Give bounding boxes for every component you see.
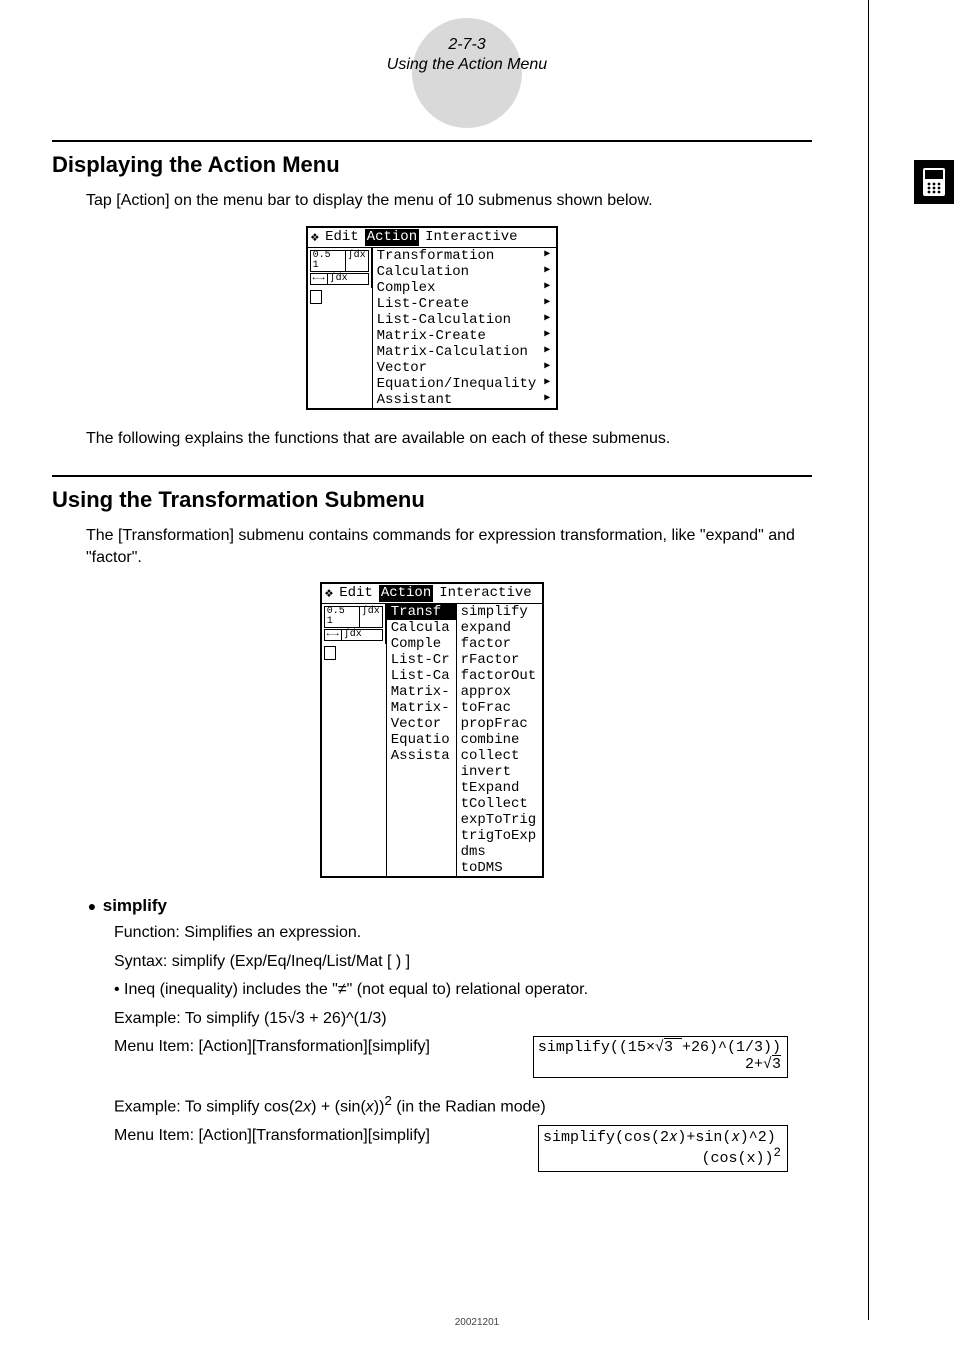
body-text: The following explains the functions tha… [86,428,812,450]
command-heading-simplify: ● simplify [86,896,812,916]
syntax-line: Syntax: simplify (Exp/Eq/Ineq/List/Mat [… [114,951,812,973]
transformation-submenu: simplify expand factor rFactor factorOut… [456,604,543,876]
page-subtitle: Using the Action Menu [52,54,882,74]
ineq-note: • Ineq (inequality) includes the "≠" (no… [114,979,812,1001]
example-2: Example: To simplify cos(2x) + (sin(x))2… [114,1092,812,1119]
page-number: 2-7-3 [52,30,882,54]
section-heading: Displaying the Action Menu [52,152,812,178]
calculator-screenshot-action-menu: ❖ Edit Action Interactive 0.5 1∫dx ←→∫dx [306,226,559,410]
action-dropdown-menu: Transformation▶ Calculation▶ Complex▶ Li… [372,248,557,408]
dropdown-icon: ❖ [311,229,319,246]
calc-toolbar: 0.5 1∫dx ←→∫dx [308,248,372,288]
menu-item-path: Menu Item: [Action][Transformation][simp… [114,1036,533,1058]
section-heading: Using the Transformation Submenu [52,487,812,513]
calc-workarea [308,288,344,306]
dropdown-icon: ❖ [325,585,333,602]
calculator-screenshot-transformation-submenu: ❖ Edit Action Interactive 0.5 1∫dx ←→∫dx [320,582,544,878]
menu-edit: Edit [339,585,373,602]
menu-edit: Edit [325,229,359,246]
result-box-example-1: simplify((15×√3 +26)^(1/3)) 2+√3 [533,1036,788,1078]
example-1: Example: To simplify (15√3 + 26)^(1/3) [114,1008,812,1030]
calc-toolbar: 0.5 1∫dx ←→∫dx [322,604,386,644]
side-tab-icon [914,160,954,204]
function-description: Function: Simplifies an expression. [114,922,812,944]
menu-item-path: Menu Item: [Action][Transformation][simp… [114,1125,538,1147]
footer-code: 20021201 [0,1317,954,1328]
body-text: The [Transformation] submenu contains co… [86,525,812,568]
calc-workarea [322,644,358,662]
result-box-example-2: simplify(cos(2𝑥)+sin(𝑥)^2) (cos(x))2 [538,1125,788,1172]
menu-interactive: Interactive [439,585,531,602]
menu-action: Action [379,585,433,602]
body-text: Tap [Action] on the menu bar to display … [86,190,812,212]
action-dropdown-menu-trunc: Transf Calcula Comple List-Cr List-Ca Ma… [386,604,456,876]
menu-interactive: Interactive [425,229,517,246]
menu-action: Action [365,229,419,246]
